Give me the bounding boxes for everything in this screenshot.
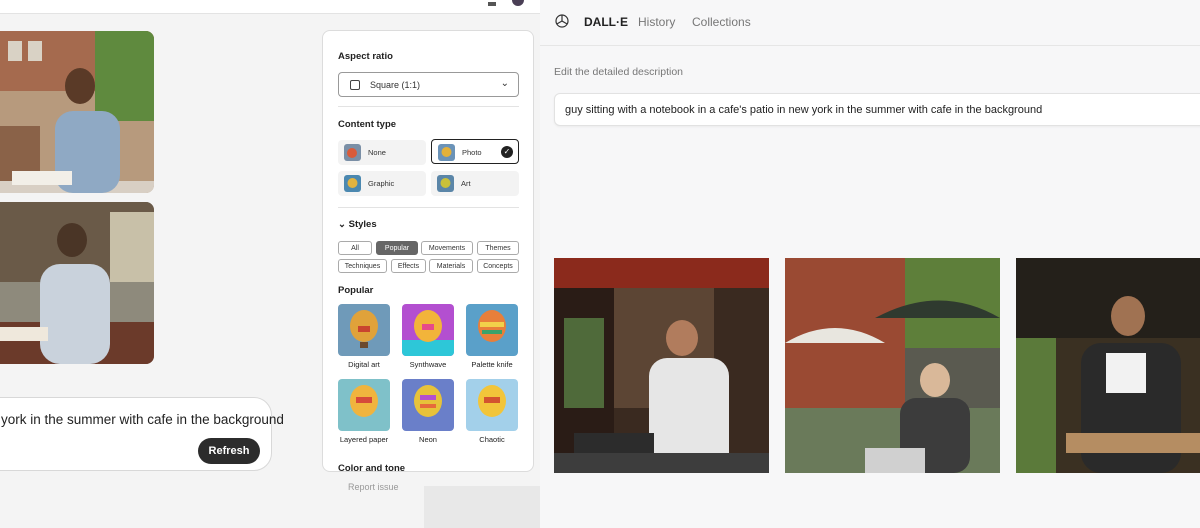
content-type-label: Graphic [368,179,395,188]
content-type-title: Content type [338,119,397,130]
checkmark-icon: ✓ [501,146,513,158]
style-thumbnail [338,379,390,431]
style-tab-techniques[interactable]: Techniques [338,259,387,273]
dalle-image-3[interactable] [1016,258,1200,473]
content-type-photo[interactable]: Photo ✓ [431,139,519,164]
style-caption: Chaotic [479,435,505,444]
dalle-panel: DALL·E History Collections Edit the deta… [540,0,1200,528]
content-type-art[interactable]: Art [431,171,519,196]
content-type-none[interactable]: None [338,140,426,165]
bottom-block [424,486,540,528]
style-thumbnail [466,379,518,431]
brand-title[interactable]: DALL·E [584,15,628,29]
style-tab-concepts[interactable]: Concepts [477,259,519,273]
style-caption: Neon [419,435,437,444]
style-caption: Palette knife [471,360,513,369]
style-tab-movements[interactable]: Movements [421,241,473,255]
content-type-label: None [368,148,386,157]
prompt-text[interactable]: york in the summer with cafe in the back… [1,412,284,427]
style-synthwave[interactable]: Synthwave [402,304,454,369]
style-thumbnail [402,379,454,431]
content-type-label: Art [461,179,471,188]
style-tab-themes[interactable]: Themes [477,241,519,255]
openai-logo-icon[interactable] [553,12,571,30]
prompt-box[interactable]: york in the summer with cafe in the back… [0,397,284,471]
top-nav: DALL·E History Collections [540,0,1200,46]
style-chaotic[interactable]: Chaotic [466,379,518,444]
dalle-image-1[interactable] [554,258,769,473]
style-thumbnail [402,304,454,356]
firefly-panel: york in the summer with cafe in the back… [0,0,540,528]
aspect-ratio-select[interactable]: Square (1:1) ⌄ [338,72,519,97]
refresh-button[interactable]: Refresh [198,438,260,464]
avatar[interactable] [512,0,524,6]
top-bar [0,0,540,14]
divider [338,106,519,107]
style-neon[interactable]: Neon [402,379,454,444]
dalle-image-2[interactable] [785,258,1000,473]
none-icon [344,144,361,161]
style-tab-all[interactable]: All [338,241,372,255]
style-tab-effects[interactable]: Effects [391,259,426,273]
aspect-ratio-title: Aspect ratio [338,51,393,62]
style-layered-paper[interactable]: Layered paper [338,379,390,444]
style-palette-knife[interactable]: Palette knife [466,304,518,369]
settings-sidebar: Aspect ratio Square (1:1) ⌄ Content type… [322,30,534,472]
color-and-tone-title: Color and tone [338,463,406,472]
style-thumbnail [466,304,518,356]
graphic-icon [344,175,361,192]
style-thumbnail [338,304,390,356]
report-issue-link[interactable]: Report issue [348,482,399,492]
chevron-down-icon: ⌄ [338,219,349,230]
description-text[interactable]: guy sitting with a notebook in a cafe's … [565,104,1042,116]
menu-icon[interactable] [488,2,496,6]
nav-collections[interactable]: Collections [692,15,751,29]
nav-history[interactable]: History [638,15,675,29]
edit-description-label: Edit the detailed description [554,66,683,78]
styles-section-toggle[interactable]: ⌄ Styles [338,219,377,230]
generated-image-1[interactable] [0,31,154,193]
content-type-graphic[interactable]: Graphic [338,171,426,196]
popular-title: Popular [338,285,374,296]
style-caption: Digital art [348,360,380,369]
style-caption: Layered paper [339,435,389,444]
style-tab-materials[interactable]: Materials [429,259,473,273]
styles-title: Styles [348,219,377,230]
style-digital-art[interactable]: Digital art [338,304,390,369]
chevron-down-icon: ⌄ [500,78,509,89]
divider [338,207,519,208]
photo-icon [438,144,455,161]
content-type-label: Photo [462,148,482,157]
art-icon [437,175,454,192]
generated-image-2[interactable] [0,202,154,364]
square-icon [350,80,360,90]
description-input[interactable]: guy sitting with a notebook in a cafe's … [554,93,1200,126]
aspect-ratio-value: Square (1:1) [370,80,421,90]
style-caption: Synthwave [409,360,447,369]
style-tab-popular[interactable]: Popular [376,241,418,255]
